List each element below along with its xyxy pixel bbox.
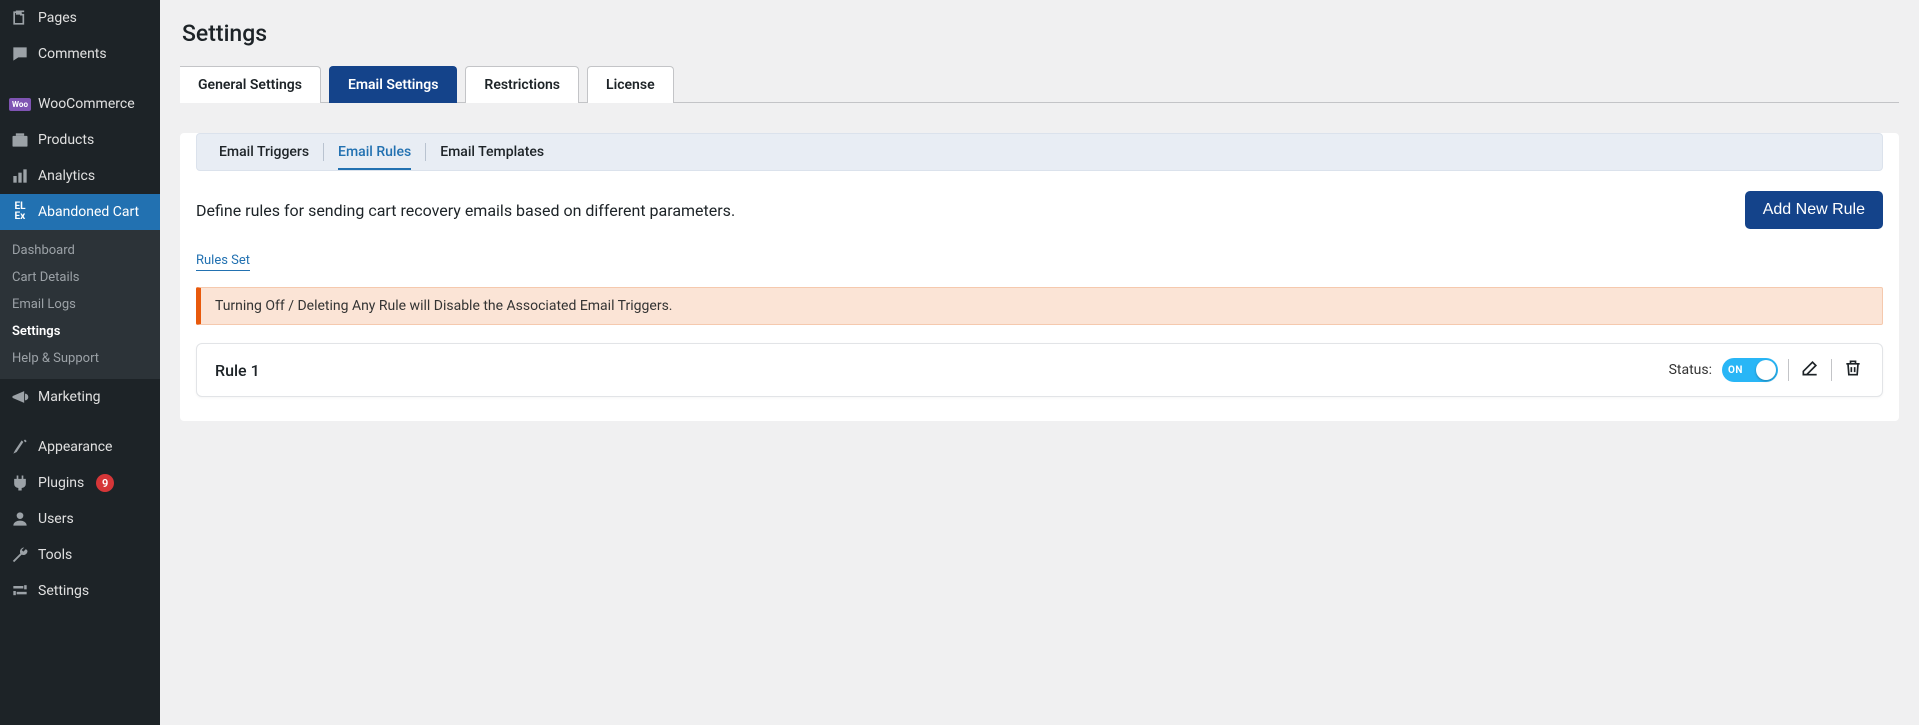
tab-general-settings[interactable]: General Settings [180, 66, 321, 103]
sidebar-item-abandoned-cart[interactable]: ELEx Abandoned Cart [0, 194, 160, 230]
sidebar-item-analytics[interactable]: Analytics [0, 158, 160, 194]
sidebar-label: Marketing [38, 389, 101, 405]
sidebar-item-comments[interactable]: Comments [0, 36, 160, 72]
sidebar-submenu: Dashboard Cart Details Email Logs Settin… [0, 230, 160, 379]
subtab-email-rules[interactable]: Email Rules [338, 136, 411, 170]
woocommerce-icon: Woo [10, 94, 30, 114]
sidebar-label: Appearance [38, 439, 112, 455]
status-toggle[interactable]: ON [1722, 358, 1778, 382]
plugins-icon [10, 473, 30, 493]
description-row: Define rules for sending cart recovery e… [196, 191, 1883, 229]
sidebar-label: Abandoned Cart [38, 204, 139, 220]
subtab-email-templates[interactable]: Email Templates [440, 136, 544, 168]
toggle-on-text: ON [1728, 365, 1743, 376]
sidebar-sub-help-support[interactable]: Help & Support [0, 345, 160, 372]
divider [323, 143, 324, 161]
settings-icon [10, 581, 30, 601]
edit-icon [1800, 358, 1820, 382]
sidebar-label: Users [38, 511, 74, 527]
sidebar-item-pages[interactable]: Pages [0, 0, 160, 36]
rules-description: Define rules for sending cart recovery e… [196, 201, 735, 220]
users-icon [10, 509, 30, 529]
sidebar-label: Settings [38, 583, 89, 599]
comments-icon [10, 44, 30, 64]
subtab-email-triggers[interactable]: Email Triggers [219, 136, 309, 168]
toggle-knob [1756, 360, 1776, 380]
admin-sidebar: Pages Comments Woo WooCommerce Products … [0, 0, 160, 725]
main-content: Settings General Settings Email Settings… [160, 0, 1919, 725]
sidebar-label: WooCommerce [38, 96, 135, 112]
tools-icon [10, 545, 30, 565]
email-subtabs: Email Triggers Email Rules Email Templat… [196, 133, 1883, 171]
sidebar-label: Tools [38, 547, 72, 563]
delete-rule-button[interactable] [1842, 359, 1864, 381]
warning-alert: Turning Off / Deleting Any Rule will Dis… [196, 287, 1883, 325]
sidebar-item-settings[interactable]: Settings [0, 573, 160, 609]
edit-rule-button[interactable] [1799, 359, 1821, 381]
pages-icon [10, 8, 30, 28]
tab-restrictions[interactable]: Restrictions [465, 66, 579, 103]
settings-tabs: General Settings Email Settings Restrict… [180, 65, 1899, 103]
marketing-icon [10, 387, 30, 407]
sidebar-item-tools[interactable]: Tools [0, 537, 160, 573]
sidebar-item-products[interactable]: Products [0, 122, 160, 158]
content-panel: Email Triggers Email Rules Email Templat… [180, 133, 1899, 421]
rules-set-tab[interactable]: Rules Set [196, 253, 250, 271]
sidebar-item-plugins[interactable]: Plugins 9 [0, 465, 160, 501]
divider [425, 143, 426, 161]
tab-license[interactable]: License [587, 66, 674, 103]
divider [1831, 359, 1832, 381]
sidebar-sub-dashboard[interactable]: Dashboard [0, 237, 160, 264]
sidebar-item-marketing[interactable]: Marketing [0, 379, 160, 415]
sidebar-sub-cart-details[interactable]: Cart Details [0, 264, 160, 291]
divider [1788, 359, 1789, 381]
appearance-icon [10, 437, 30, 457]
page-title: Settings [182, 20, 1899, 47]
sidebar-item-users[interactable]: Users [0, 501, 160, 537]
sidebar-sub-settings[interactable]: Settings [0, 318, 160, 345]
sidebar-label: Plugins [38, 475, 84, 491]
plugins-badge: 9 [96, 474, 114, 492]
products-icon [10, 130, 30, 150]
sidebar-label: Analytics [38, 168, 95, 184]
sidebar-label: Comments [38, 46, 107, 62]
sidebar-item-woocommerce[interactable]: Woo WooCommerce [0, 86, 160, 122]
sidebar-label: Pages [38, 10, 77, 26]
rule-actions: Status: ON [1669, 358, 1864, 382]
rule-name: Rule 1 [215, 361, 260, 380]
tab-email-settings[interactable]: Email Settings [329, 66, 457, 103]
analytics-icon [10, 166, 30, 186]
elex-icon: ELEx [10, 202, 30, 222]
sidebar-item-appearance[interactable]: Appearance [0, 429, 160, 465]
add-new-rule-button[interactable]: Add New Rule [1745, 191, 1883, 229]
sidebar-label: Products [38, 132, 94, 148]
sidebar-sub-email-logs[interactable]: Email Logs [0, 291, 160, 318]
status-label: Status: [1669, 362, 1712, 378]
trash-icon [1843, 358, 1863, 382]
rule-row: Rule 1 Status: ON [196, 343, 1883, 397]
